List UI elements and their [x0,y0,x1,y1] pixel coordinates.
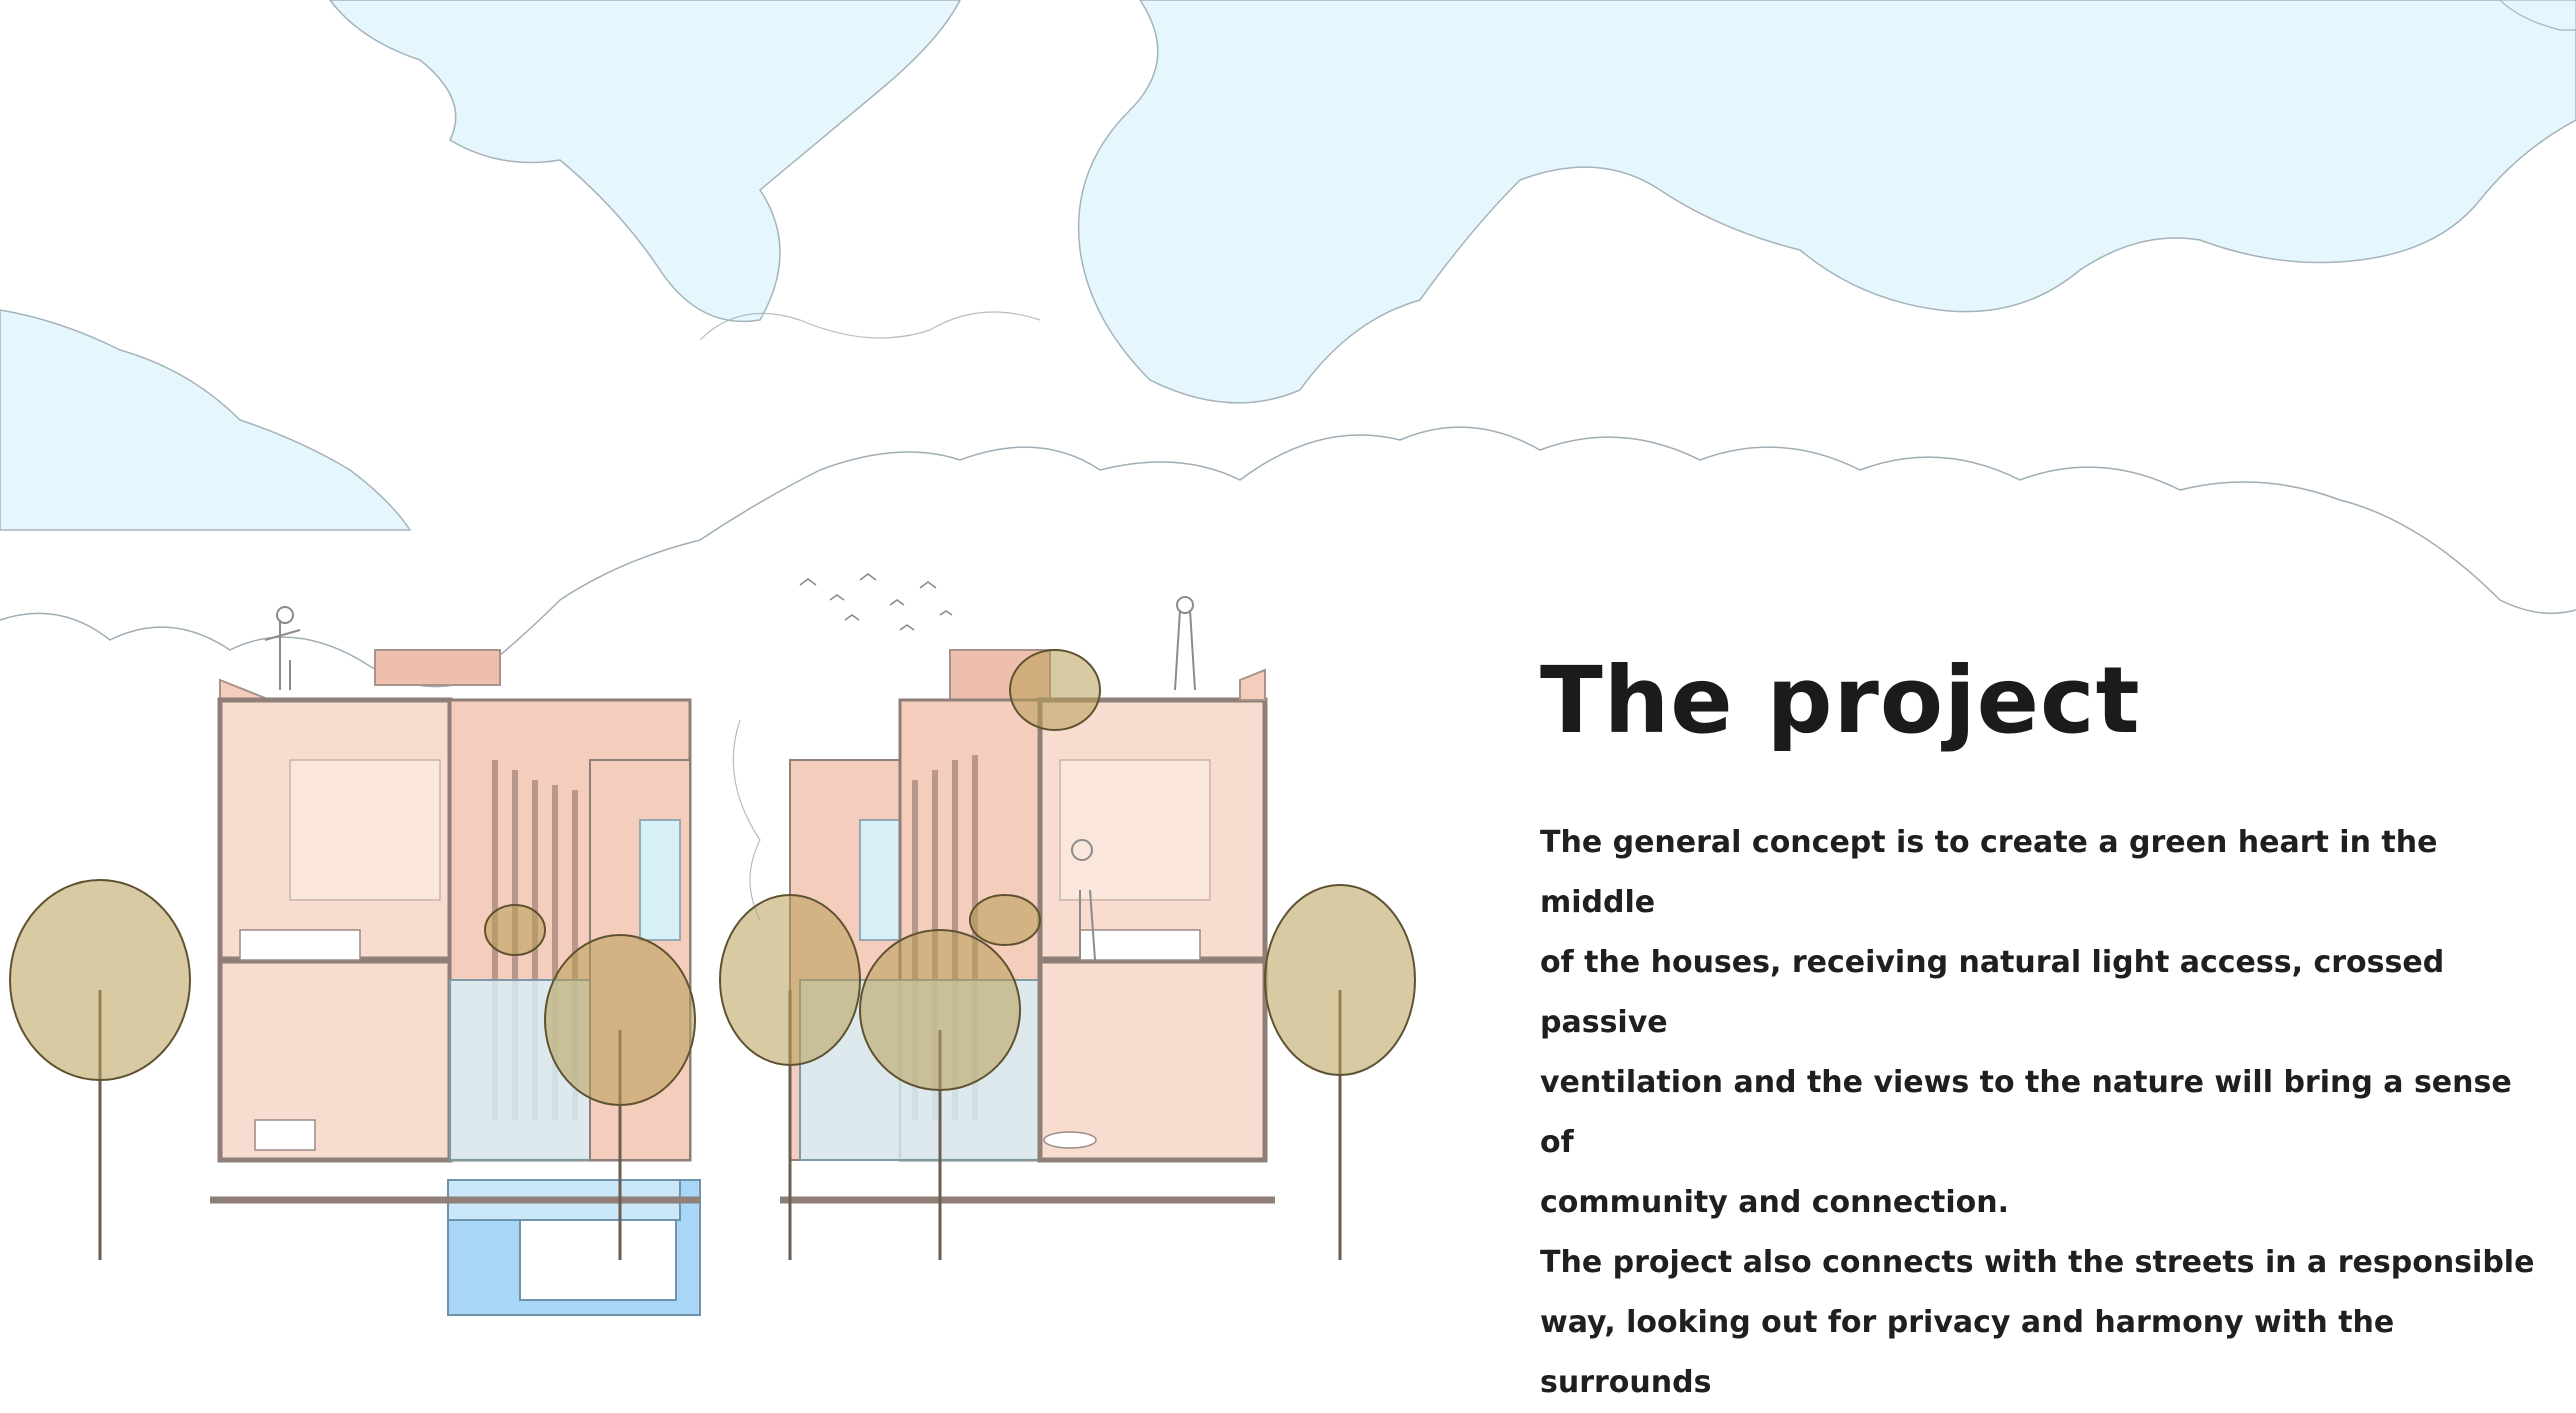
page-title: The project [1540,647,2141,754]
body-line: The general concept is to create a green… [1540,825,2438,921]
house-illustration [9,573,1416,1316]
body-line: way, looking out for privacy and harmony… [1540,1305,2395,1401]
body-line: ventilation and the views to the nature … [1540,1065,2512,1161]
sky-patch-right [1077,0,2576,404]
project-text-block: The project The general concept is to cr… [1540,650,2540,1413]
tree [1264,884,1416,1260]
birds [799,573,953,631]
sky-patch-top [329,0,961,323]
body-line: The project also connects with the stree… [1540,1245,2535,1281]
left-house [210,649,700,1204]
body-line: community and connection. [1540,1185,2009,1221]
sky-patch-left [0,309,412,531]
body-line: of the houses, receiving natural light a… [1540,945,2445,1041]
tree [9,879,191,1260]
